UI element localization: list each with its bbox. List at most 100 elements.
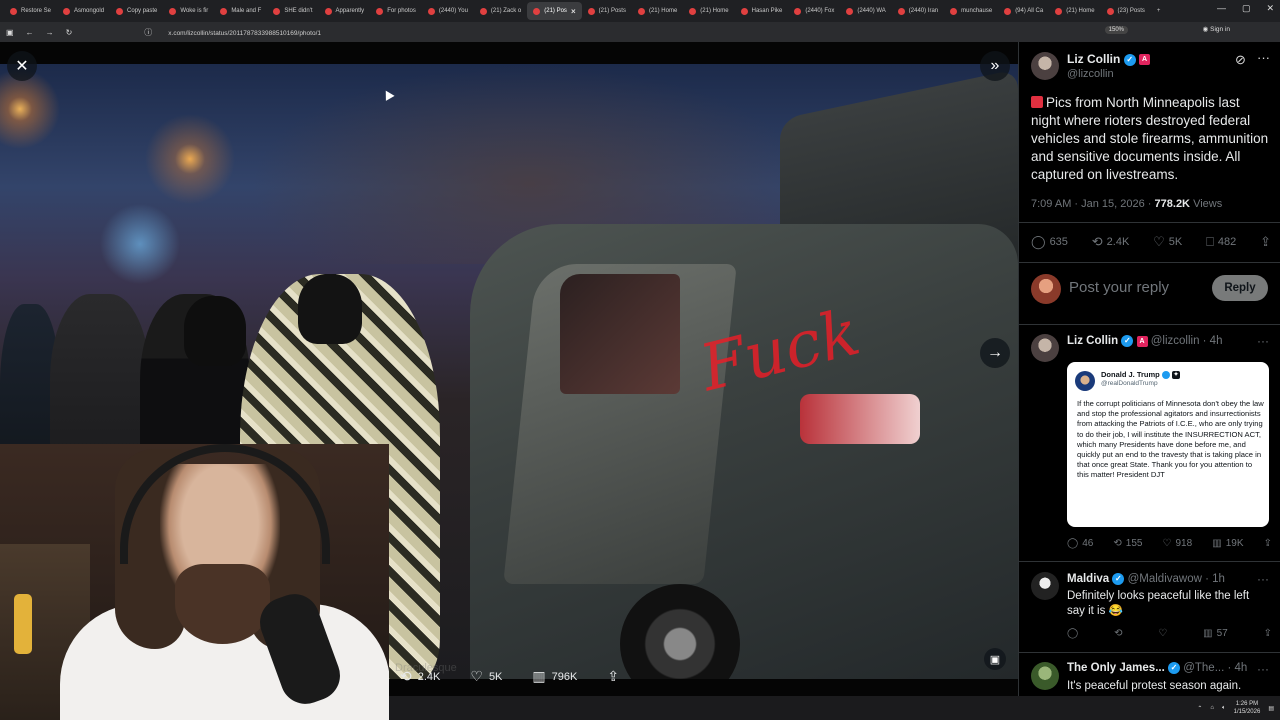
media-like-button[interactable]: ♡ 5K <box>470 668 502 685</box>
browser-tab[interactable]: munchause <box>944 2 998 20</box>
like-action[interactable]: ♡ 5K <box>1153 234 1182 250</box>
browser-tab[interactable]: (21) Posts <box>582 2 632 20</box>
collapse-panel-button[interactable]: » <box>980 51 1010 81</box>
notification-icon[interactable]: ▤ <box>1268 705 1274 712</box>
browser-tab[interactable]: Apparently <box>319 2 371 20</box>
more-icon[interactable]: ··· <box>1257 662 1269 676</box>
image-options-button[interactable]: ▣ <box>984 648 1006 670</box>
tweet-timestamp[interactable]: 7:09 AM · Jan 15, 2026 <box>1031 198 1145 210</box>
heart-icon: ♡ <box>1162 538 1172 549</box>
browser-tab[interactable]: SHE didn't <box>267 2 318 20</box>
browser-tab[interactable]: (23) Posts <box>1101 2 1151 20</box>
clock[interactable]: 1:26 PM 1/15/2026 <box>1234 700 1261 716</box>
views-action[interactable]: ▥ 19K <box>1212 538 1243 549</box>
affiliation-icon: A <box>1136 335 1148 347</box>
back-icon[interactable]: ← <box>26 28 34 37</box>
more-icon[interactable]: ··· <box>1257 334 1269 348</box>
reply-action[interactable]: ◯ 635 <box>1031 234 1068 250</box>
author-handle[interactable]: @lizcollin <box>1067 68 1114 80</box>
author-name[interactable]: Liz Collin ✓ A <box>1067 52 1151 66</box>
browser-tab[interactable]: Male and F <box>214 2 267 20</box>
chevron-up-icon[interactable]: ⌃ <box>1197 705 1202 712</box>
share-action[interactable]: ⇪ <box>1264 538 1272 549</box>
media-share-button[interactable]: ⇪ <box>607 668 619 685</box>
repost-icon: ⟲ <box>400 668 412 684</box>
favicon-icon <box>740 7 748 15</box>
browser-tab[interactable]: Copy paste <box>110 2 163 20</box>
media-repost-button[interactable]: ⟲ 2.4K <box>400 668 440 685</box>
browser-tab[interactable]: Asmongold <box>57 2 110 20</box>
like-action[interactable]: ♡ <box>1158 628 1167 639</box>
browser-tab[interactable]: (21) Home <box>1049 2 1100 20</box>
maximize-icon[interactable]: ▢ <box>1242 3 1251 14</box>
sign-in-button[interactable]: ◉ Sign in <box>1203 25 1230 33</box>
more-icon[interactable]: ··· <box>1257 572 1269 586</box>
sidebar-toggle-icon[interactable]: ▣ <box>6 28 14 37</box>
avatar[interactable] <box>1031 52 1059 80</box>
quote-text: If the corrupt politicians of Minnesota … <box>1077 399 1264 480</box>
network-icon[interactable]: ⌂ <box>1210 705 1214 711</box>
browser-tab[interactable]: Restore Se <box>4 2 57 20</box>
reply-input[interactable]: Post your reply <box>1069 279 1169 296</box>
reload-icon[interactable]: ↻ <box>66 28 73 37</box>
close-tab-icon[interactable]: × <box>571 7 576 16</box>
reply-button[interactable]: Reply <box>1212 275 1268 301</box>
zoom-badge[interactable]: 150% <box>1104 26 1128 34</box>
bookmark-action[interactable]: ⎕ 482 <box>1206 234 1236 250</box>
close-window-icon[interactable]: ✕ <box>1266 3 1274 14</box>
quoted-post-image[interactable]: Donald J. Trump ✦ @realDonaldTrump If th… <box>1067 362 1269 527</box>
reply-author[interactable]: Liz Collin ✓ A @lizcollin · 4h <box>1067 335 1222 347</box>
bar-chart-icon: ▥ <box>1212 538 1222 549</box>
browser-tab[interactable]: (21) Zack o <box>474 2 527 20</box>
reply-author[interactable]: The Only James... ✓ @The... · 4h <box>1067 662 1247 674</box>
repost-action[interactable]: ⟲ 2.4K <box>1092 234 1130 250</box>
volume-icon[interactable]: 🔈︎ <box>1222 705 1226 712</box>
browser-tab[interactable]: Hasan Pike <box>735 2 789 20</box>
avatar[interactable] <box>1031 662 1059 690</box>
favicon-icon <box>324 7 332 15</box>
tab-label: (94) All Ca <box>1015 8 1044 14</box>
media-views-button[interactable]: ▥ 796K <box>532 668 577 685</box>
browser-tab[interactable]: For photos <box>370 2 422 20</box>
browser-tab[interactable]: (21) Home <box>683 2 734 20</box>
browser-tab[interactable]: (2440) Fox <box>788 2 840 20</box>
close-icon: ✕ <box>15 58 29 75</box>
minimize-icon[interactable]: — <box>1217 3 1226 14</box>
share-action[interactable]: ⇪ <box>1264 628 1272 639</box>
new-tab-icon[interactable]: + <box>1151 2 1167 20</box>
tab-label: Copy paste <box>127 8 158 14</box>
avatar[interactable] <box>1031 334 1059 362</box>
favicon-icon <box>1004 7 1012 15</box>
favicon-icon <box>273 7 281 15</box>
reply-text: It's peaceful protest season again. <box>1067 680 1242 692</box>
browser-tab[interactable]: (21) Pos × <box>527 2 582 20</box>
like-action[interactable]: ♡ 918 <box>1163 538 1193 549</box>
browser-tab[interactable]: Woke is fir <box>163 2 214 20</box>
avatar[interactable] <box>1031 572 1059 600</box>
tweet-views-label: Views <box>1193 198 1223 210</box>
media-like-count: 5K <box>488 670 503 683</box>
repost-action[interactable]: ⟲ <box>1114 628 1122 639</box>
close-media-button[interactable]: ✕ <box>7 51 37 81</box>
grok-icon[interactable]: ⊘ <box>1235 52 1246 68</box>
reply-author[interactable]: Maldiva ✓ @Maldivawow · 1h <box>1067 573 1225 585</box>
browser-tab[interactable]: (2440) You <box>422 2 474 20</box>
next-photo-button[interactable]: → <box>980 338 1010 368</box>
url-field[interactable]: x.com/lizcollin/status/20117878339885101… <box>164 28 321 37</box>
favicon-icon <box>116 7 124 15</box>
more-icon[interactable]: ··· <box>1257 50 1270 65</box>
current-user-avatar[interactable] <box>1031 274 1061 304</box>
repost-action[interactable]: ⟲ 155 <box>1113 538 1142 549</box>
favicon-icon <box>587 7 595 15</box>
browser-tab[interactable]: (2440) Iran <box>892 2 944 20</box>
browser-tab[interactable]: (94) All Ca <box>998 2 1049 20</box>
bottle <box>14 594 32 654</box>
browser-tab[interactable]: (2440) WA <box>840 2 891 20</box>
browser-tab[interactable]: (21) Home <box>632 2 683 20</box>
site-info-icon[interactable]: ⓘ <box>144 27 152 38</box>
views-action[interactable]: ▥ 57 <box>1203 628 1228 639</box>
reply-action[interactable]: ◯ 46 <box>1067 538 1093 549</box>
share-action[interactable]: ⇪ <box>1260 234 1271 250</box>
forward-icon[interactable]: → <box>46 28 54 37</box>
reply-action[interactable]: ◯ <box>1067 628 1078 639</box>
